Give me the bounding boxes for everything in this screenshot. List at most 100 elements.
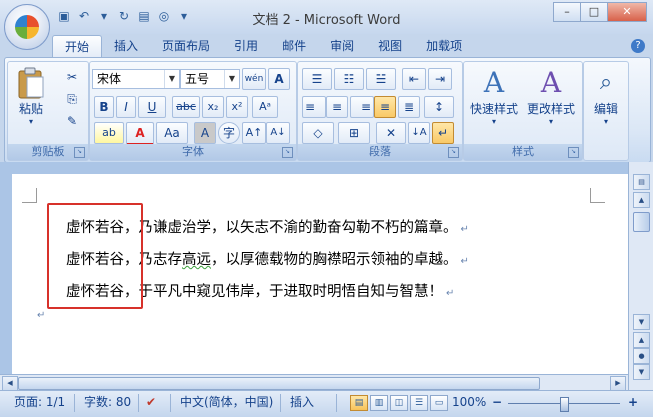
browse-object-icon[interactable]: ● bbox=[633, 348, 650, 364]
enclose-characters-button[interactable]: 字 bbox=[218, 122, 240, 144]
dialog-launcher-icon[interactable]: ↘ bbox=[282, 147, 293, 158]
minimize-button[interactable]: – bbox=[553, 2, 581, 22]
line-spacing-button[interactable]: ↕ bbox=[424, 96, 454, 118]
bullets-button[interactable]: ☰ bbox=[302, 68, 332, 90]
next-page-icon[interactable]: ▼ bbox=[633, 364, 650, 380]
character-border-button[interactable]: A bbox=[268, 68, 290, 90]
outline-view-icon[interactable]: ☰ bbox=[410, 395, 428, 411]
scroll-up-icon[interactable]: ▲ bbox=[633, 192, 650, 208]
paragraph-label-text: 段落 bbox=[369, 145, 391, 158]
restore-button[interactable]: □ bbox=[580, 2, 608, 22]
format-painter-icon[interactable]: ✎ bbox=[62, 110, 82, 132]
change-styles-label: 更改样式 bbox=[526, 102, 575, 116]
vertical-scrollbar[interactable]: ▤ ▲ ▼ ▲ ● ▼ bbox=[628, 162, 653, 390]
character-shading-button[interactable]: A bbox=[194, 122, 216, 144]
borders-button[interactable]: ⊞ bbox=[338, 122, 370, 144]
insert-mode-indicator[interactable]: 插入 bbox=[290, 391, 314, 417]
previous-page-icon[interactable]: ▲ bbox=[633, 332, 650, 348]
numbering-button[interactable]: ☷ bbox=[334, 68, 364, 90]
bold-button[interactable]: B bbox=[94, 96, 114, 118]
shrink-font-button[interactable]: A↓ bbox=[266, 122, 290, 144]
scroll-right-icon[interactable]: ▶ bbox=[610, 376, 626, 391]
clear-formatting-button[interactable]: Aᵃ bbox=[252, 96, 278, 118]
dialog-launcher-icon[interactable]: ↘ bbox=[568, 147, 579, 158]
horizontal-scroll-thumb[interactable] bbox=[18, 377, 540, 390]
view-ruler-icon[interactable]: ▤ bbox=[633, 174, 650, 190]
sort-button[interactable]: ↓A bbox=[408, 122, 430, 144]
full-screen-reading-icon[interactable]: ▥ bbox=[370, 395, 388, 411]
change-styles-button[interactable]: A 更改样式 ▾ bbox=[522, 66, 580, 126]
chinese-layout-button[interactable]: ✕ bbox=[376, 122, 406, 144]
increase-indent-button[interactable]: ⇥ bbox=[428, 68, 452, 90]
tab-page-layout[interactable]: 页面布局 bbox=[150, 35, 222, 57]
chevron-down-icon[interactable]: ▼ bbox=[164, 70, 179, 88]
zoom-out-button[interactable]: − bbox=[492, 391, 502, 417]
font-name-combo[interactable]: 宋体 ▼ bbox=[92, 69, 180, 89]
web-layout-icon[interactable]: ◫ bbox=[390, 395, 408, 411]
grow-font-button[interactable]: A↑ bbox=[242, 122, 266, 144]
show-marks-button[interactable]: ↵ bbox=[432, 122, 454, 144]
chevron-down-icon: ▾ bbox=[548, 117, 553, 126]
page-count[interactable]: 页面: 1/1 bbox=[14, 391, 65, 417]
quick-styles-icon: A bbox=[483, 66, 505, 99]
dialog-launcher-icon[interactable]: ↘ bbox=[74, 147, 85, 158]
horizontal-scrollbar[interactable]: ◀ ▶ bbox=[0, 374, 628, 391]
dialog-launcher-icon[interactable]: ↘ bbox=[448, 147, 459, 158]
tab-mailings[interactable]: 邮件 bbox=[270, 35, 318, 57]
title-bar: ▣ ↶ ▾ ↻ ▤ ◎ ▾ 文档 2 - Microsoft Word – □ … bbox=[0, 0, 653, 34]
highlight-button[interactable]: ab bbox=[94, 122, 124, 144]
quick-styles-label: 快速样式 bbox=[469, 102, 518, 116]
tab-insert[interactable]: 插入 bbox=[102, 35, 150, 57]
tab-view[interactable]: 视图 bbox=[366, 35, 414, 57]
print-layout-view-icon[interactable]: ▤ bbox=[350, 395, 368, 411]
chevron-down-icon[interactable]: ▼ bbox=[224, 70, 239, 88]
grammar-squiggle: 高远 bbox=[182, 252, 211, 268]
paragraph-group-label: 段落 ↘ bbox=[298, 144, 462, 160]
tab-review[interactable]: 审阅 bbox=[318, 35, 366, 57]
subscript-button[interactable]: x₂ bbox=[202, 96, 224, 118]
quick-styles-button[interactable]: A 快速样式 ▾ bbox=[466, 66, 522, 126]
decrease-indent-button[interactable]: ⇤ bbox=[402, 68, 426, 90]
underline-button[interactable]: U bbox=[138, 96, 166, 118]
phonetic-guide-button[interactable]: wén bbox=[242, 68, 266, 90]
align-center-button[interactable]: ≡ bbox=[326, 96, 348, 118]
change-case-button[interactable]: Aa bbox=[156, 122, 188, 144]
office-button[interactable] bbox=[4, 4, 50, 50]
editing-button[interactable]: ⌕ 编辑 ▾ bbox=[586, 66, 626, 126]
strikethrough-button[interactable]: abc bbox=[172, 96, 200, 118]
proofing-icon[interactable]: ✔ bbox=[146, 391, 156, 417]
align-right-button[interactable]: ≡ bbox=[350, 96, 374, 118]
zoom-level[interactable]: 100% bbox=[452, 391, 486, 417]
copy-icon[interactable]: ⎘ bbox=[62, 88, 82, 110]
close-button[interactable]: ✕ bbox=[607, 2, 647, 22]
paste-icon bbox=[18, 67, 44, 99]
distributed-button[interactable]: ≣ bbox=[398, 96, 420, 118]
font-group: 宋体 ▼ 五号 ▼ wén A B I U abc x₂ x² Aᵃ ab A Aa… bbox=[89, 61, 297, 161]
clipboard-group: 粘贴 ▾ ✂ ⎘ ✎ 剪贴板 ↘ bbox=[7, 61, 89, 161]
empty-paragraph[interactable]: ↵ bbox=[34, 306, 45, 322]
language-indicator[interactable]: 中文(简体，中国) bbox=[180, 391, 273, 417]
cut-icon[interactable]: ✂ bbox=[62, 66, 82, 88]
tab-add-ins[interactable]: 加载项 bbox=[414, 35, 474, 57]
scroll-left-icon[interactable]: ◀ bbox=[2, 376, 18, 391]
paragraph-group: ☰ ☷ ☱ ⇤ ⇥ ≡ ≡ ≡ ≡ ≣ ↕ ◇ ⊞ ✕ ↓A ↵ 段落 ↘ bbox=[297, 61, 463, 161]
paragraph-shading-button[interactable]: ◇ bbox=[302, 122, 334, 144]
vertical-scroll-thumb[interactable] bbox=[633, 212, 650, 232]
scroll-down-icon[interactable]: ▼ bbox=[633, 314, 650, 330]
font-color-button[interactable]: A bbox=[126, 122, 154, 146]
word-count[interactable]: 字数: 80 bbox=[84, 391, 131, 417]
align-left-button[interactable]: ≡ bbox=[302, 96, 326, 118]
font-size-combo[interactable]: 五号 ▼ bbox=[180, 69, 240, 89]
draft-view-icon[interactable]: ▭ bbox=[430, 395, 448, 411]
tab-references[interactable]: 引用 bbox=[222, 35, 270, 57]
zoom-in-button[interactable]: + bbox=[628, 391, 638, 417]
italic-button[interactable]: I bbox=[116, 96, 136, 118]
zoom-slider-thumb[interactable] bbox=[560, 397, 569, 412]
chevron-down-icon: ▾ bbox=[491, 117, 496, 126]
paste-button[interactable]: 粘贴 ▾ bbox=[14, 66, 48, 138]
justify-button[interactable]: ≡ bbox=[374, 96, 396, 118]
multilevel-list-button[interactable]: ☱ bbox=[366, 68, 396, 90]
superscript-button[interactable]: x² bbox=[226, 96, 248, 118]
help-icon[interactable]: ? bbox=[631, 39, 645, 53]
tab-home[interactable]: 开始 bbox=[52, 35, 103, 57]
